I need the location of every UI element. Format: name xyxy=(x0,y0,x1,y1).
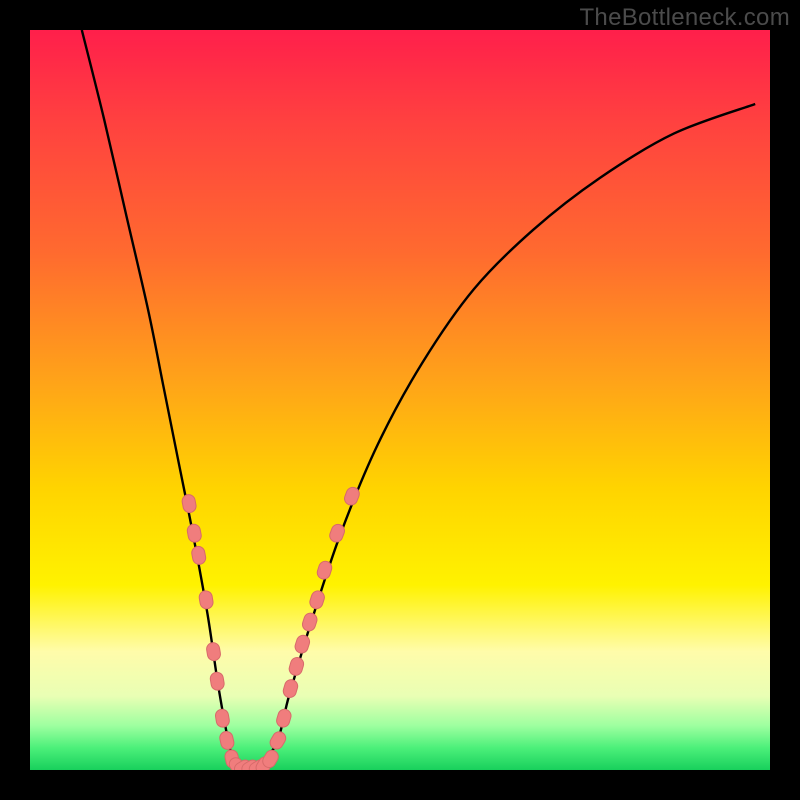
data-markers xyxy=(181,485,361,770)
chart-svg xyxy=(30,30,770,770)
data-marker xyxy=(181,494,197,514)
data-marker xyxy=(209,671,225,691)
chart-frame: TheBottleneck.com xyxy=(0,0,800,800)
data-marker xyxy=(206,642,222,662)
data-marker xyxy=(293,634,311,655)
data-marker xyxy=(198,590,214,610)
data-marker xyxy=(301,611,319,632)
data-marker xyxy=(219,730,236,750)
data-marker xyxy=(215,708,231,728)
data-marker xyxy=(275,708,293,729)
data-marker xyxy=(308,589,326,610)
bottleneck-curve xyxy=(82,30,755,770)
data-marker xyxy=(191,545,207,565)
data-marker xyxy=(282,678,300,699)
data-marker xyxy=(288,656,306,677)
watermark-text: TheBottleneck.com xyxy=(579,4,790,32)
plot-area xyxy=(30,30,770,770)
data-marker xyxy=(268,729,288,751)
data-marker xyxy=(186,523,202,543)
